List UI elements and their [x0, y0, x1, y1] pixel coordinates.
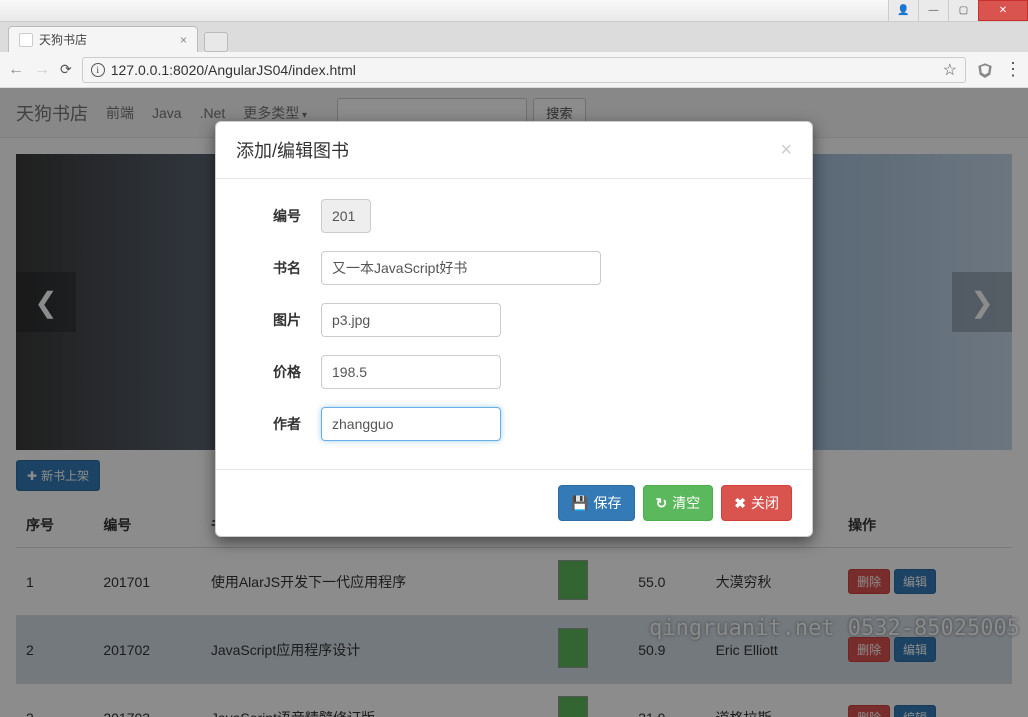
bookmark-icon[interactable]: ☆ [943, 60, 957, 80]
label-author: 作者 [246, 414, 321, 434]
browser-tab[interactable]: 天狗书店 × [8, 26, 198, 52]
label-pic: 图片 [246, 310, 321, 330]
os-close-button[interactable]: ✕ [978, 0, 1028, 21]
browser-menu-button[interactable]: ⋮ [1004, 59, 1020, 80]
browser-tab-strip: 天狗书店 × [0, 22, 1028, 52]
clear-button[interactable]: ↻ 清空 [643, 485, 714, 521]
edit-book-modal: 添加/编辑图书 × 编号 书名 图片 价格 作者 [215, 121, 813, 537]
input-pic[interactable] [321, 303, 501, 337]
input-price[interactable] [321, 355, 501, 389]
save-icon: 💾 [571, 495, 588, 512]
back-button[interactable]: ← [8, 61, 24, 79]
reload-button[interactable]: ⟳ [60, 61, 72, 78]
maximize-button[interactable]: ▢ [948, 0, 978, 21]
close-icon: ✖ [734, 495, 746, 512]
tab-title: 天狗书店 [39, 31, 87, 48]
modal-close-icon[interactable]: × [780, 139, 792, 162]
page-content: 天狗书店 前端 Java .Net 更多类型 搜索 ❮ ❯ ✚ 新书上架 序号 … [0, 88, 1028, 717]
url-input[interactable]: i 127.0.0.1:8020/AngularJS04/index.html … [82, 57, 966, 83]
new-tab-button[interactable] [204, 32, 228, 52]
os-titlebar: 👤 — ▢ ✕ [0, 0, 1028, 22]
angular-extension-icon[interactable] [976, 61, 994, 79]
tab-close-icon[interactable]: × [180, 33, 187, 47]
label-id: 编号 [246, 206, 321, 226]
input-name[interactable] [321, 251, 601, 285]
url-text: 127.0.0.1:8020/AngularJS04/index.html [111, 62, 356, 78]
save-button[interactable]: 💾 保存 [558, 485, 634, 521]
refresh-icon: ↻ [656, 495, 668, 512]
label-name: 书名 [246, 258, 321, 278]
minimize-button[interactable]: — [918, 0, 948, 21]
input-author[interactable] [321, 407, 501, 441]
favicon-icon [19, 33, 33, 47]
forward-button[interactable]: → [34, 61, 50, 79]
label-price: 价格 [246, 362, 321, 382]
close-button[interactable]: ✖ 关闭 [721, 485, 792, 521]
user-icon[interactable]: 👤 [888, 0, 918, 21]
address-bar: ← → ⟳ i 127.0.0.1:8020/AngularJS04/index… [0, 52, 1028, 88]
input-id [321, 199, 371, 233]
site-info-icon[interactable]: i [91, 63, 105, 77]
modal-title: 添加/编辑图书 [236, 137, 349, 163]
